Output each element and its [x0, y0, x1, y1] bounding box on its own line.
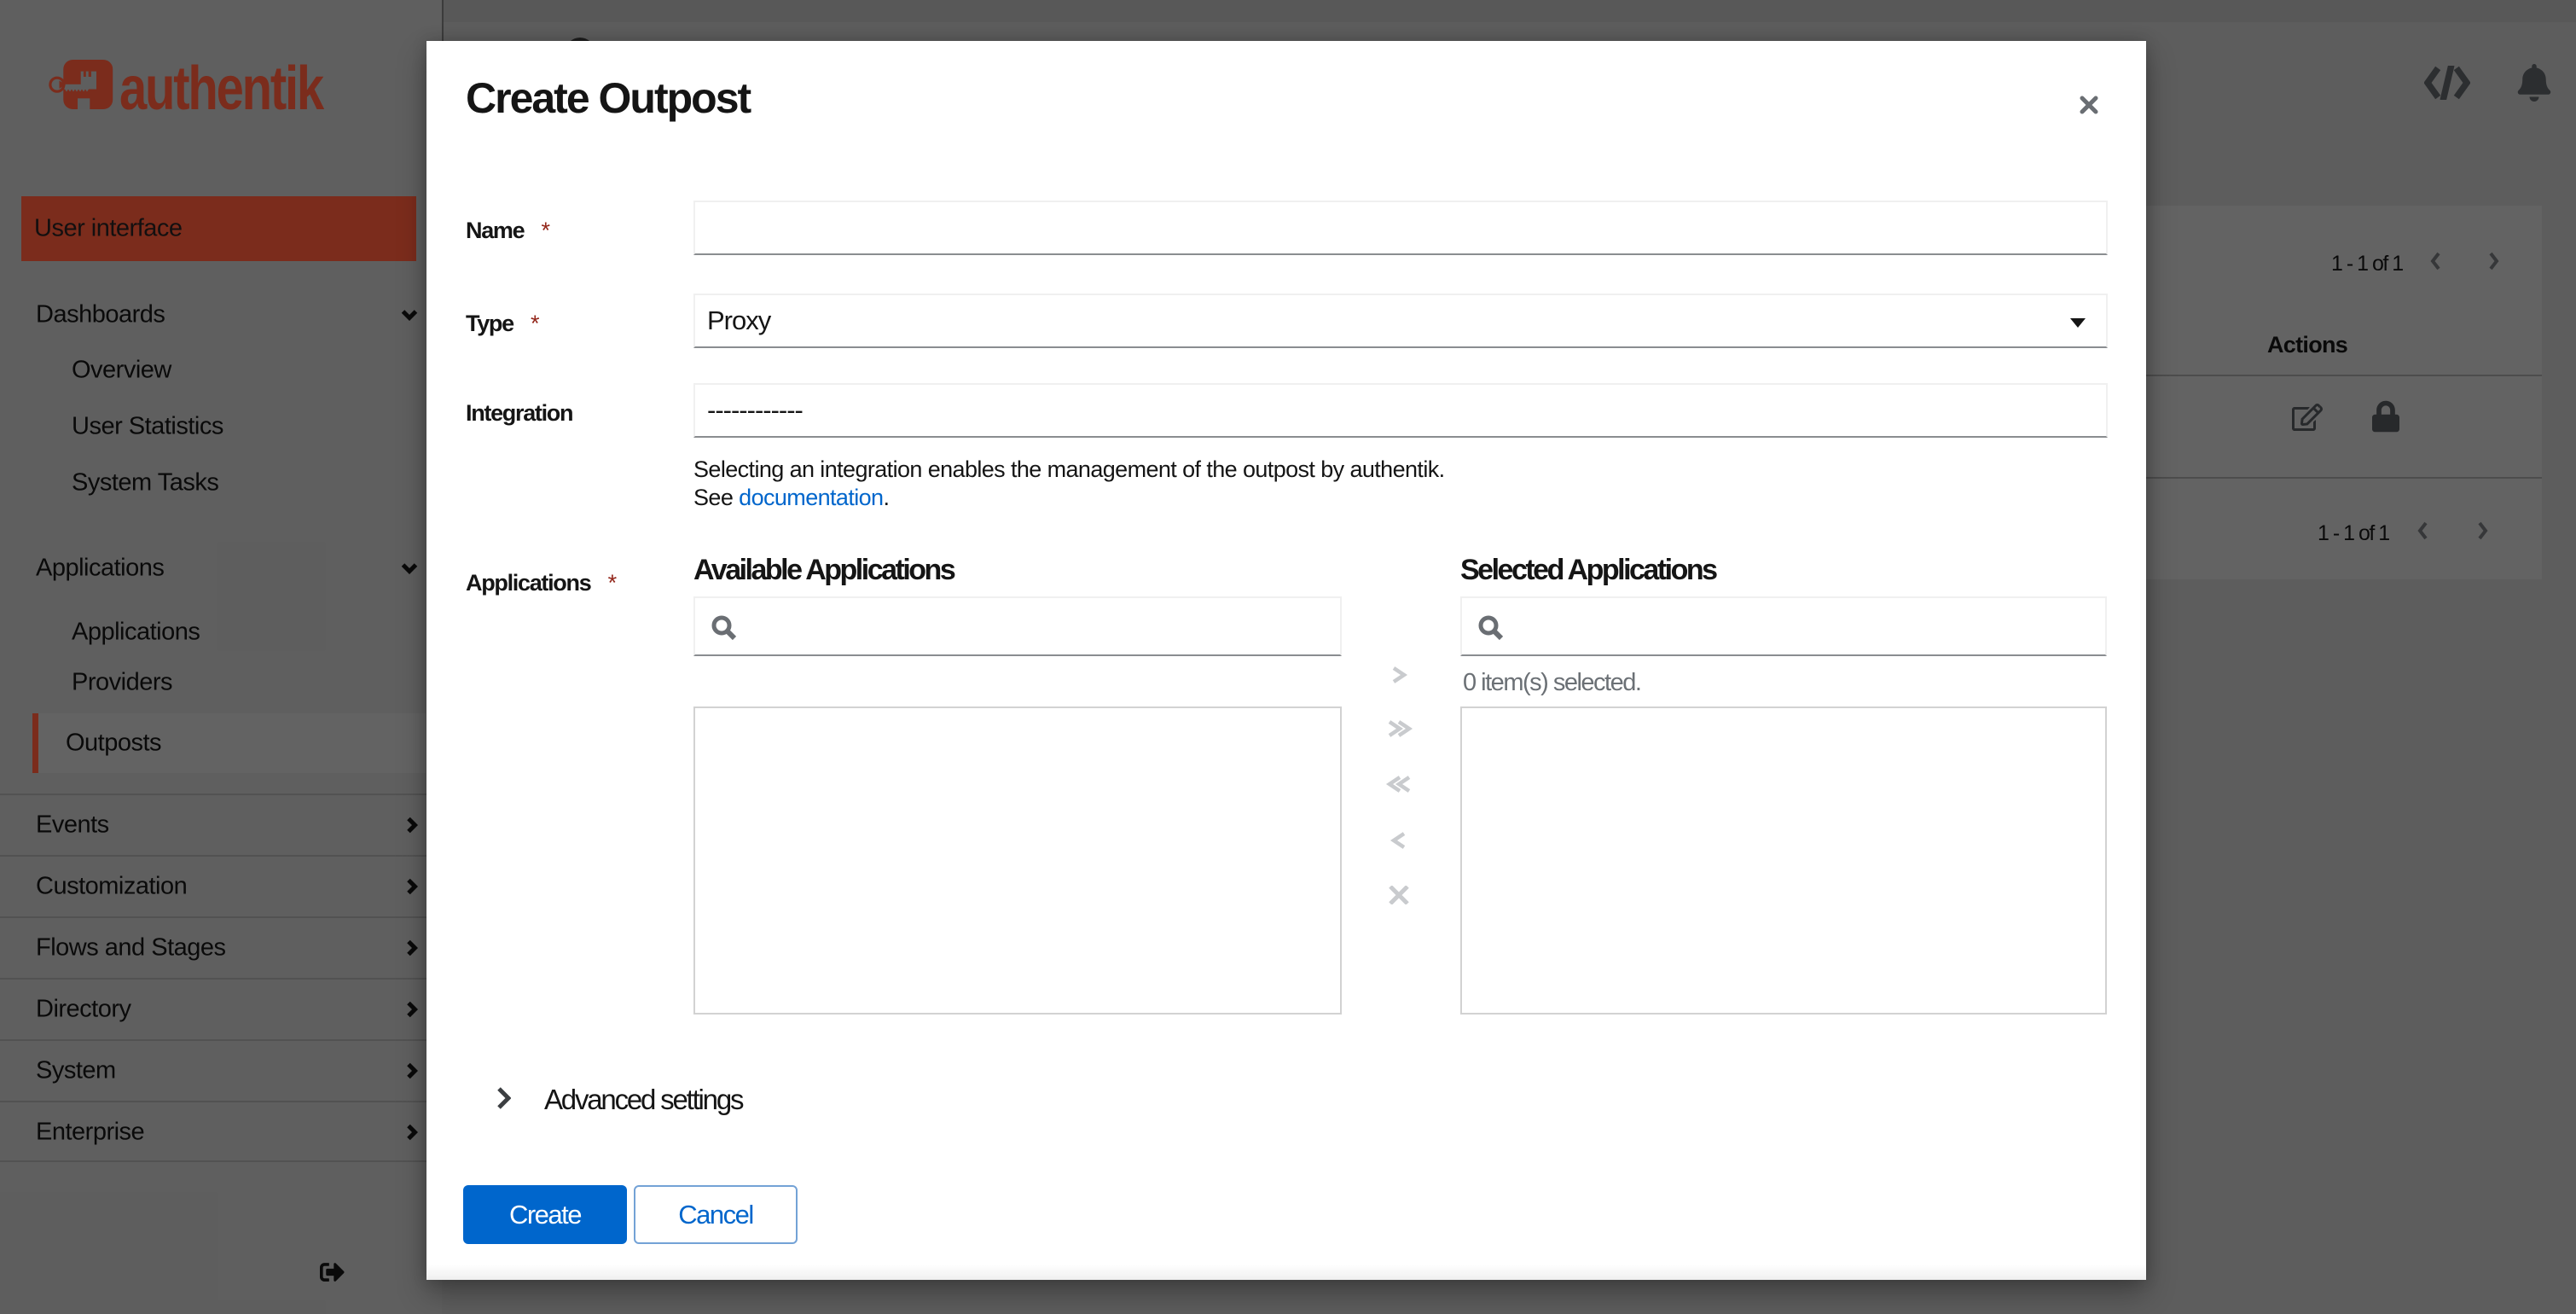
svg-text:authentik: authentik	[119, 54, 325, 116]
